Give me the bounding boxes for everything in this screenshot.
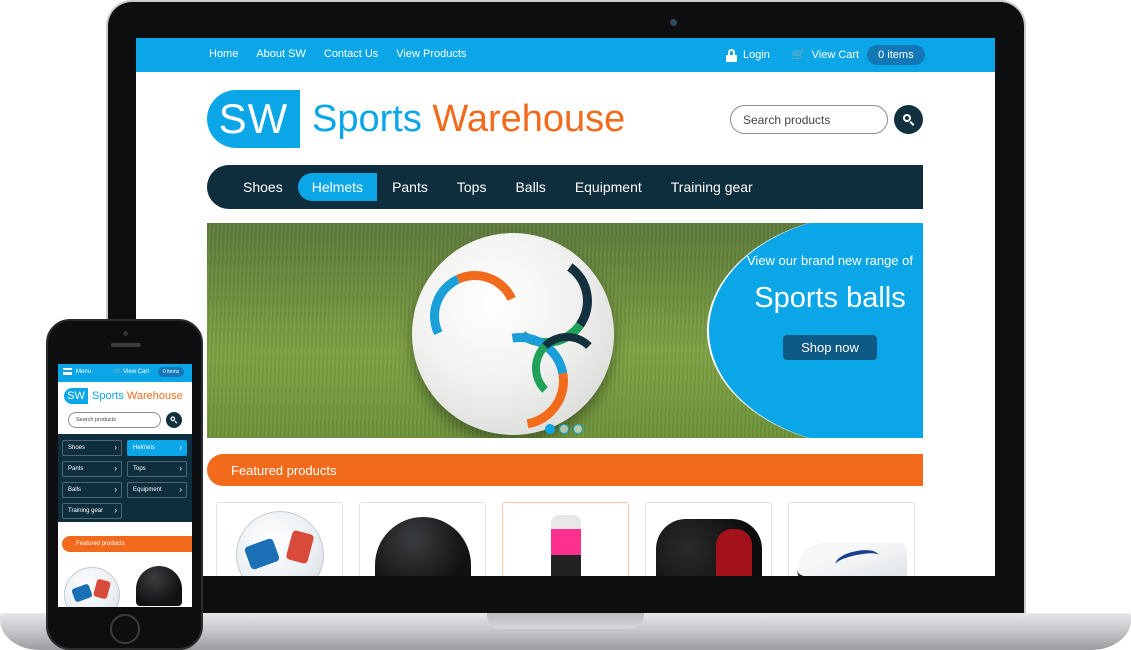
mobile-category-nav: Shoes Helmets Pants Tops Balls Equipment… xyxy=(58,434,192,522)
hero-subtitle: View our brand new range of xyxy=(747,253,913,268)
helmet-image xyxy=(374,517,471,576)
mobile-search-icon xyxy=(170,416,177,423)
water-bottle-image xyxy=(550,515,581,576)
nav-home-link[interactable]: Home xyxy=(209,48,238,60)
lock-icon xyxy=(726,48,737,62)
mobile-helmet-image[interactable] xyxy=(136,566,182,606)
mobile-category-training-gear[interactable]: Training gear xyxy=(62,503,122,519)
logo-badge: SW xyxy=(207,90,300,148)
mobile-category-helmets[interactable]: Helmets xyxy=(127,440,187,456)
top-bar: Home About SW Contact Us View Products L… xyxy=(136,38,995,72)
search-icon xyxy=(902,113,915,126)
hero-soccer-ball-image xyxy=(412,233,614,435)
cart-icon: 🛒 xyxy=(791,48,806,61)
category-equipment[interactable]: Equipment xyxy=(561,173,656,201)
carousel-dot-2[interactable] xyxy=(559,424,569,434)
mobile-screen: Menu 🛒 View Cart 0 items SW Sports Wareh… xyxy=(58,364,192,607)
category-balls[interactable]: Balls xyxy=(501,173,559,201)
desktop-screen: Home About SW Contact Us View Products L… xyxy=(136,38,995,576)
nav-contact-link[interactable]: Contact Us xyxy=(324,48,378,60)
mobile-search-button[interactable] xyxy=(166,412,182,428)
mobile-logo-word-sports: Sports xyxy=(92,390,124,402)
mobile-category-shoes[interactable]: Shoes xyxy=(62,440,122,456)
logo-wordmark: Sports Warehouse xyxy=(312,98,625,141)
mobile-view-cart-label: View Cart xyxy=(123,369,150,375)
logo-word-sports: Sports xyxy=(312,97,422,140)
hero-text: View our brand new range of Sports balls… xyxy=(747,253,913,360)
mobile-menu-button[interactable]: Menu xyxy=(63,368,91,375)
product-card-bottle[interactable] xyxy=(502,502,629,576)
mobile-search-input[interactable]: Search products xyxy=(68,412,161,428)
phone-camera xyxy=(123,331,128,336)
hero-banner: View our brand new range of Sports balls… xyxy=(207,223,923,438)
top-nav: Home About SW Contact Us View Products xyxy=(209,48,466,60)
mobile-category-balls[interactable]: Balls xyxy=(62,482,122,498)
carousel-dot-3[interactable] xyxy=(573,424,583,434)
category-nav: Shoes Helmets Pants Tops Balls Equipment… xyxy=(207,165,923,209)
category-shoes[interactable]: Shoes xyxy=(229,173,297,201)
laptop-camera xyxy=(670,19,677,26)
mobile-category-pants[interactable]: Pants xyxy=(62,461,122,477)
mobile-logo-badge: SW xyxy=(64,388,88,404)
laptop-notch xyxy=(487,613,644,629)
nav-about-link[interactable]: About SW xyxy=(256,48,306,60)
category-tops[interactable]: Tops xyxy=(443,173,501,201)
product-card-shoe[interactable] xyxy=(788,502,915,576)
mobile-view-cart-link[interactable]: 🛒 View Cart xyxy=(114,368,149,375)
cart-count-badge[interactable]: 0 items xyxy=(867,45,925,65)
product-grid xyxy=(216,502,915,576)
view-cart-link[interactable]: View Cart xyxy=(812,49,859,61)
search-input[interactable] xyxy=(730,105,888,134)
product-card-helmet[interactable] xyxy=(359,502,486,576)
soccer-ball-image xyxy=(235,511,324,576)
hero-title: Sports balls xyxy=(754,282,906,314)
featured-products-heading: Featured products xyxy=(207,454,923,486)
mobile-cart-count-badge[interactable]: 0 items xyxy=(158,367,185,377)
account-area: Login 🛒 View Cart 0 items xyxy=(726,44,925,66)
shop-now-button[interactable]: Shop now xyxy=(783,335,877,360)
shoe-image xyxy=(796,543,907,576)
mobile-menu-label: Menu xyxy=(76,368,92,375)
mobile-cart-icon: 🛒 xyxy=(114,369,122,375)
nav-view-products-link[interactable]: View Products xyxy=(396,48,466,60)
mobile-featured-heading: Featured products xyxy=(62,536,192,552)
mobile-soccer-ball-image[interactable] xyxy=(64,567,120,607)
site-logo[interactable]: SW Sports Warehouse xyxy=(207,90,625,148)
mobile-logo-word-warehouse: Warehouse xyxy=(126,390,183,402)
logo-word-warehouse: Warehouse xyxy=(432,97,626,140)
mobile-category-equipment[interactable]: Equipment xyxy=(127,482,187,498)
carousel-dots xyxy=(545,424,583,434)
mobile-site-logo[interactable]: SW Sports Warehouse xyxy=(64,388,183,404)
category-helmets[interactable]: Helmets xyxy=(297,173,378,201)
product-card-ball[interactable] xyxy=(216,502,343,576)
search-form xyxy=(730,105,923,134)
search-button[interactable] xyxy=(894,105,923,134)
login-link[interactable]: Login xyxy=(743,49,770,61)
mobile-logo-wordmark: Sports Warehouse xyxy=(92,390,183,402)
product-card-gloves[interactable] xyxy=(645,502,772,576)
carousel-dot-1[interactable] xyxy=(545,424,555,434)
hamburger-icon xyxy=(63,368,72,375)
phone-speaker xyxy=(111,343,141,347)
category-pants[interactable]: Pants xyxy=(378,173,442,201)
boxing-gloves-image xyxy=(655,519,762,576)
mobile-category-tops[interactable]: Tops xyxy=(127,461,187,477)
phone-home-button xyxy=(110,614,140,644)
category-training-gear[interactable]: Training gear xyxy=(657,173,767,201)
